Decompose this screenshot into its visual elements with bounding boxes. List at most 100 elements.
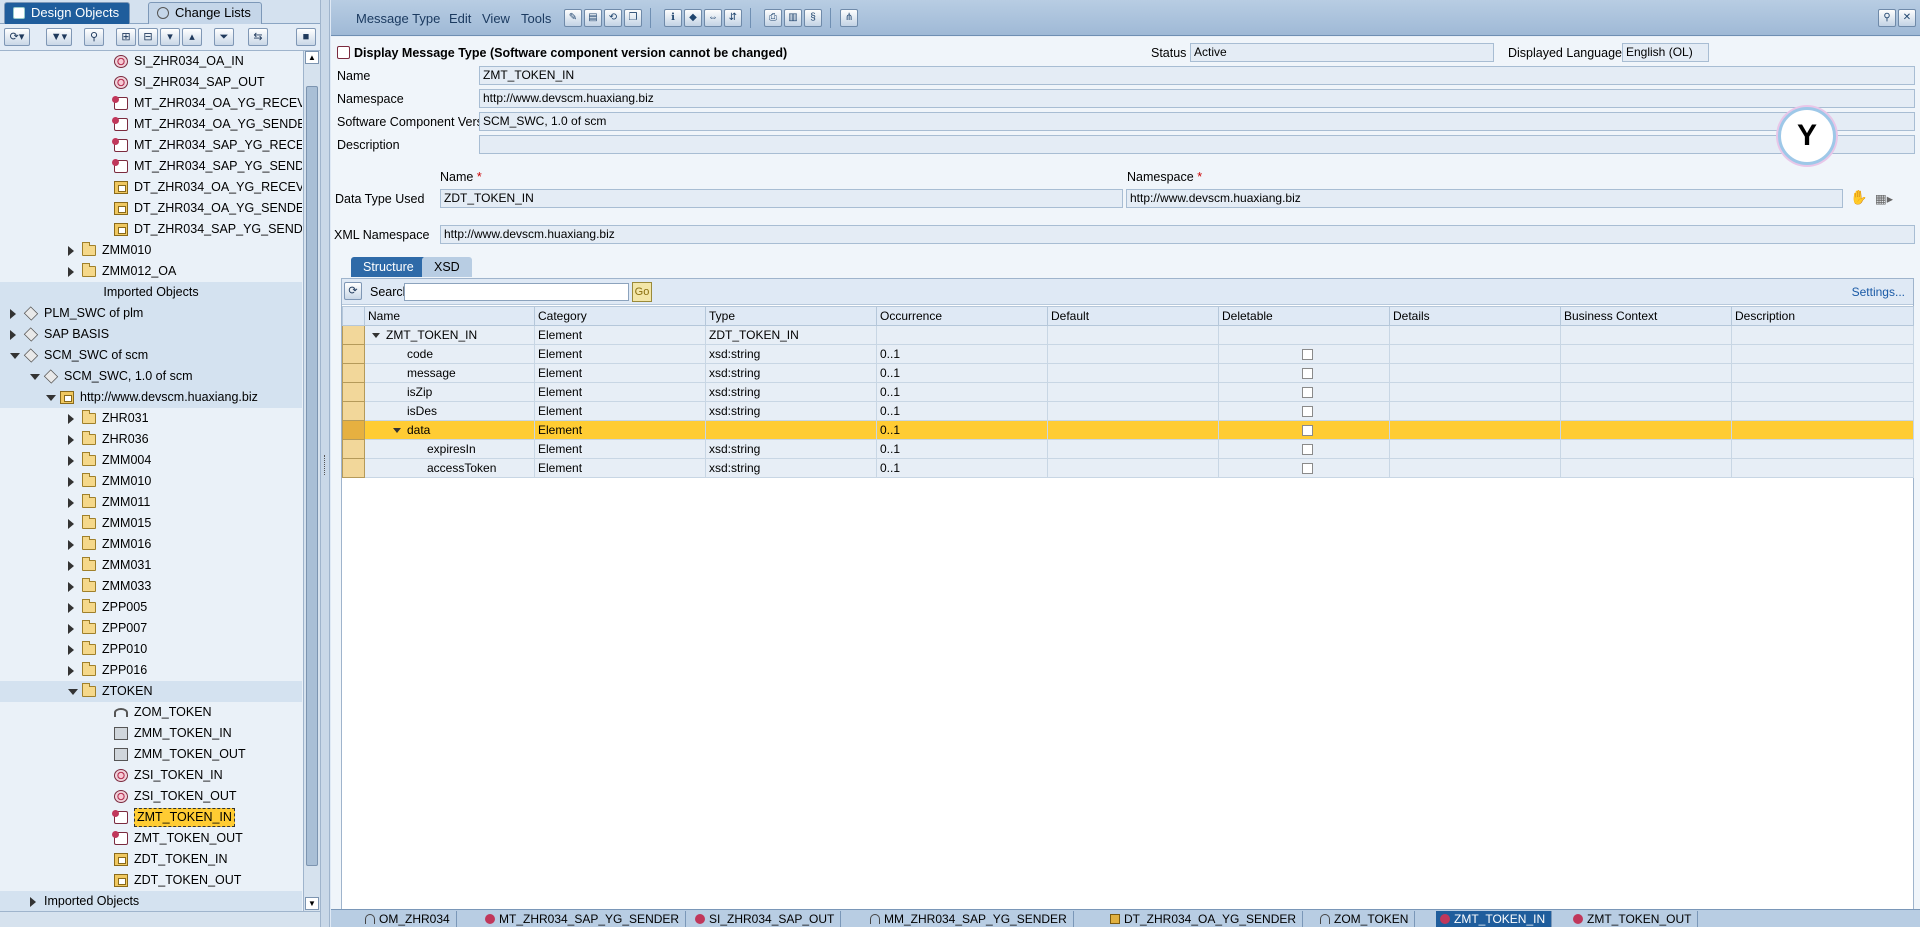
- tree-item[interactable]: SCM_SWC of scm: [0, 345, 302, 366]
- collapse-arrow-icon[interactable]: [30, 374, 40, 380]
- tree-item[interactable]: ZHR036: [0, 429, 302, 450]
- row-selector[interactable]: [342, 439, 365, 459]
- tree-item[interactable]: ZDT_TOKEN_OUT: [0, 870, 302, 891]
- go-button[interactable]: Go: [632, 282, 652, 302]
- tree-item[interactable]: http://www.devscm.huaxiang.biz: [0, 387, 302, 408]
- deletable-checkbox[interactable]: [1302, 349, 1313, 360]
- deletable-checkbox[interactable]: [1302, 406, 1313, 417]
- tree-item[interactable]: MT_ZHR034_SAP_YG_RECEVE: [0, 135, 302, 156]
- table-row[interactable]: code Element xsd:string 0..1: [342, 344, 1914, 364]
- menu-edit[interactable]: Edit: [449, 11, 471, 26]
- row-selector[interactable]: [342, 420, 365, 440]
- expand-arrow-icon[interactable]: [10, 309, 16, 319]
- funnel-button[interactable]: ⏷: [214, 28, 234, 46]
- menu-message-type[interactable]: Message Type: [356, 11, 440, 26]
- edit-button[interactable]: ✎: [564, 9, 582, 27]
- save-button[interactable]: ▤: [584, 9, 602, 27]
- tree-item[interactable]: ZMT_TOKEN_OUT: [0, 828, 302, 849]
- tree-item[interactable]: ZMM011: [0, 492, 302, 513]
- expand-arrow-icon[interactable]: [68, 519, 74, 529]
- editor-tab[interactable]: ZMT_TOKEN_OUT: [1569, 911, 1699, 927]
- tree-item[interactable]: PLM_SWC of plm: [0, 303, 302, 324]
- expand-arrow-icon[interactable]: [68, 498, 74, 508]
- tab-xsd[interactable]: XSD: [422, 257, 472, 277]
- table-row[interactable]: message Element xsd:string 0..1: [342, 363, 1914, 383]
- tree-item[interactable]: ZMM015: [0, 513, 302, 534]
- expand-arrow-icon[interactable]: [68, 603, 74, 613]
- hand-icon[interactable]: ✋: [1850, 189, 1867, 206]
- row-selector-header[interactable]: [342, 306, 365, 326]
- tree-item[interactable]: ZMM010: [0, 471, 302, 492]
- maximize-pane-button[interactable]: ■: [296, 28, 316, 46]
- column-header[interactable]: Business Context: [1560, 306, 1732, 326]
- tree-item[interactable]: ZDT_TOKEN_IN: [0, 849, 302, 870]
- editor-tab[interactable]: ZOM_TOKEN: [1316, 911, 1416, 927]
- collapse-arrow-icon[interactable]: [68, 689, 78, 695]
- scroll-up-button[interactable]: ▲: [305, 51, 319, 64]
- find-button[interactable]: ⚲: [84, 28, 104, 46]
- tree-item[interactable]: ZHR031: [0, 408, 302, 429]
- editor-tab[interactable]: SI_ZHR034_SAP_OUT: [691, 911, 842, 927]
- activate-button[interactable]: ⟲: [604, 9, 622, 27]
- swap-button[interactable]: ⇆: [248, 28, 268, 46]
- tab-structure[interactable]: Structure: [351, 257, 426, 277]
- editor-tab[interactable]: DT_ZHR034_OA_YG_SENDER: [1106, 911, 1304, 927]
- expand-arrow-icon[interactable]: [68, 435, 74, 445]
- tree-item[interactable]: ZMM031: [0, 555, 302, 576]
- tree-item[interactable]: ZMM004: [0, 450, 302, 471]
- language-select[interactable]: English (OL): [1622, 43, 1709, 62]
- tree-item[interactable]: SI_ZHR034_OA_IN: [0, 51, 302, 72]
- tree-item[interactable]: ZSI_TOKEN_OUT: [0, 786, 302, 807]
- filter-button[interactable]: ▼▾: [46, 28, 72, 46]
- pane-splitter[interactable]: [321, 0, 330, 927]
- layout-button[interactable]: ▥: [784, 9, 802, 27]
- tree-item[interactable]: ZMM016: [0, 534, 302, 555]
- tree-horizontal-scrollbar[interactable]: [0, 911, 320, 927]
- close-button[interactable]: ✕: [1898, 9, 1916, 27]
- collapse-arrow-icon[interactable]: [10, 353, 20, 359]
- pin-button[interactable]: ⚲: [1878, 9, 1896, 27]
- tree-item[interactable]: Imported Objects: [0, 891, 302, 911]
- scroll-down-button[interactable]: ▼: [305, 897, 319, 910]
- tree-item[interactable]: ZMM_TOKEN_OUT: [0, 744, 302, 765]
- deletable-checkbox[interactable]: [1302, 387, 1313, 398]
- table-row[interactable]: expiresIn Element xsd:string 0..1: [342, 439, 1914, 459]
- deletable-checkbox[interactable]: [1302, 463, 1313, 474]
- tree-item[interactable]: Imported Objects: [0, 282, 302, 303]
- tree-item[interactable]: ZMM033: [0, 576, 302, 597]
- expand-arrow-icon[interactable]: [68, 540, 74, 550]
- tab-change-lists[interactable]: Change Lists: [148, 2, 262, 24]
- collapse-arrow-icon[interactable]: [46, 395, 56, 401]
- tab-design-objects[interactable]: Design Objects: [4, 2, 131, 24]
- search-input[interactable]: [404, 283, 629, 301]
- collapse-button[interactable]: ⊟: [138, 28, 158, 46]
- tree-item[interactable]: MT_ZHR034_OA_YG_RECEVER: [0, 93, 302, 114]
- expand-arrow-icon[interactable]: [68, 561, 74, 571]
- deletable-checkbox[interactable]: [1302, 444, 1313, 455]
- column-header[interactable]: Type: [705, 306, 877, 326]
- graph-button[interactable]: ⋔: [840, 9, 858, 27]
- tree-item[interactable]: MT_ZHR034_SAP_YG_SENDEF: [0, 156, 302, 177]
- tree-item[interactable]: ZOM_TOKEN: [0, 702, 302, 723]
- column-header[interactable]: Name: [364, 306, 535, 326]
- expand-arrow-icon[interactable]: [68, 456, 74, 466]
- deletable-checkbox[interactable]: [1302, 368, 1313, 379]
- input-help-icon[interactable]: ▦▸: [1875, 191, 1893, 206]
- column-header[interactable]: Details: [1389, 306, 1561, 326]
- row-selector[interactable]: [342, 325, 365, 345]
- tree-item[interactable]: ZMM010: [0, 240, 302, 261]
- row-selector[interactable]: [342, 382, 365, 402]
- collapse-arrow-icon[interactable]: [393, 428, 401, 433]
- tree-item[interactable]: SAP BASIS: [0, 324, 302, 345]
- row-selector[interactable]: [342, 363, 365, 383]
- tree-item[interactable]: ZMM_TOKEN_IN: [0, 723, 302, 744]
- menu-tools[interactable]: Tools: [521, 11, 551, 26]
- column-header[interactable]: Occurrence: [876, 306, 1048, 326]
- print-button[interactable]: ⎙: [764, 9, 782, 27]
- copy-button[interactable]: ❐: [624, 9, 642, 27]
- expand-arrow-icon[interactable]: [30, 897, 36, 907]
- column-header[interactable]: Description: [1731, 306, 1914, 326]
- navigate-button[interactable]: ⇵: [724, 9, 742, 27]
- tree-item[interactable]: MT_ZHR034_OA_YG_SENDER: [0, 114, 302, 135]
- tree-item[interactable]: SI_ZHR034_SAP_OUT: [0, 72, 302, 93]
